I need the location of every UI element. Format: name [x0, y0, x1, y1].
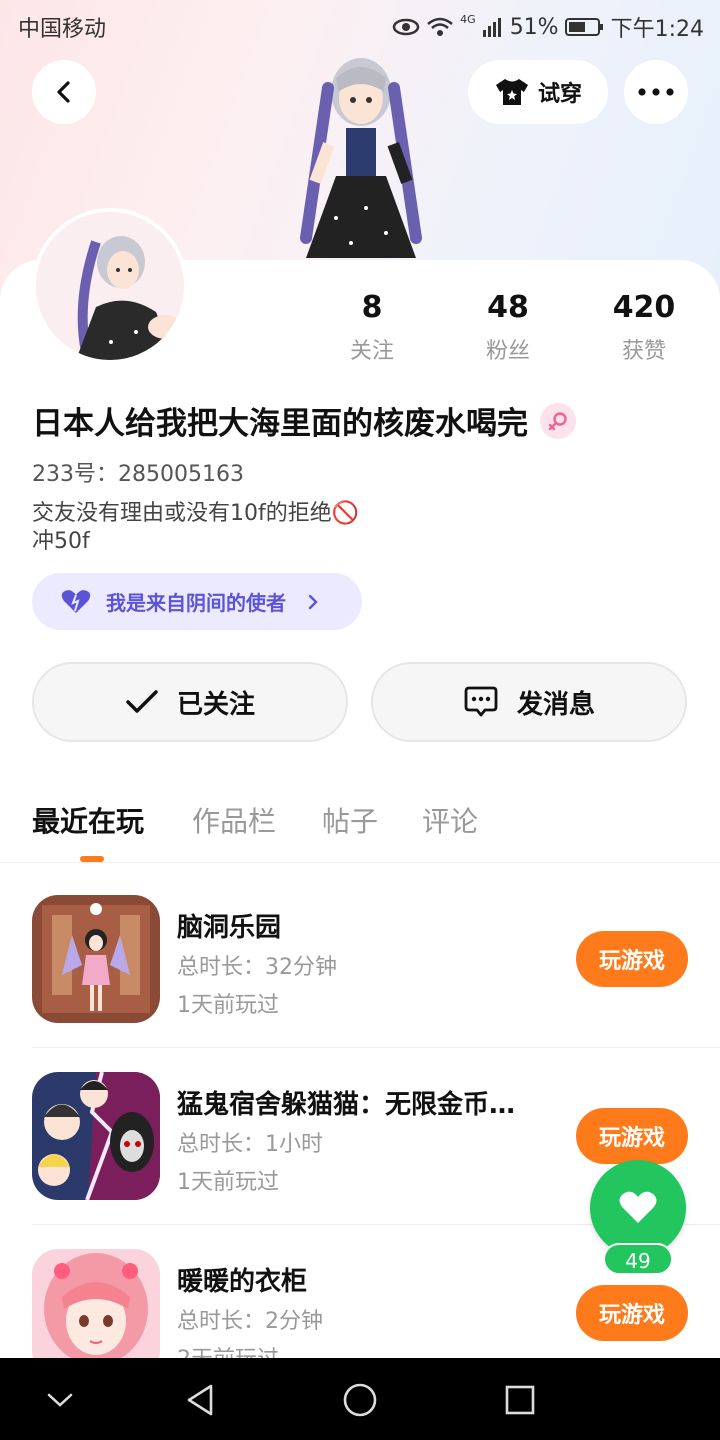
play-game-button[interactable]: 玩游戏	[576, 1285, 688, 1341]
check-icon	[126, 690, 158, 713]
bio-line-1: 交友没有理由或没有10f的拒绝🚫	[32, 501, 360, 526]
network-type-label: 4G	[460, 12, 476, 26]
nav-recents-button[interactable]	[500, 1380, 540, 1420]
user-id: 233号：285005163	[32, 456, 244, 488]
game-last-played: 1天前玩过	[177, 1170, 279, 1195]
play-game-button[interactable]: 玩游戏	[576, 931, 688, 987]
status-bar: 中国移动 4G 51% 下午1:24	[0, 0, 720, 50]
like-button[interactable]	[590, 1160, 686, 1256]
followers-label: 粉丝	[485, 339, 530, 364]
likes-count: 420	[612, 290, 676, 325]
battery-icon	[564, 18, 603, 36]
tab-posts[interactable]: 帖子	[322, 800, 378, 840]
likes-stat[interactable]: 420 获赞	[584, 290, 704, 365]
following-count: 8	[361, 290, 383, 325]
female-icon	[540, 402, 576, 439]
message-label: 发消息	[516, 689, 595, 720]
game-last-played: 1天前玩过	[177, 993, 279, 1018]
game-name: 脑洞乐园	[177, 913, 282, 943]
eye-icon	[392, 18, 420, 36]
game-name: 暖暖的衣柜	[177, 1267, 308, 1297]
avatar[interactable]	[32, 208, 188, 364]
hide-keyboard-button[interactable]	[40, 1380, 80, 1420]
username-row: 日本人给我把大海里面的核废水喝完	[32, 398, 576, 443]
followers-count: 48	[487, 290, 529, 325]
back-icon	[57, 81, 70, 103]
game-duration: 总时长：1小时	[177, 1132, 323, 1157]
avatar-image	[36, 212, 184, 360]
likes-label: 获赞	[621, 339, 666, 364]
signal-icon	[482, 18, 501, 37]
user-id-value: 285005163	[118, 462, 244, 487]
user-id-label: 233号：	[32, 462, 118, 487]
tab-recently-played[interactable]: 最近在玩	[32, 800, 144, 840]
more-options-button[interactable]	[624, 60, 688, 124]
game-thumbnail	[32, 1072, 160, 1200]
triangle-back-icon	[187, 1384, 213, 1416]
username: 日本人给我把大海里面的核废水喝完	[32, 406, 528, 442]
followers-stat[interactable]: 48 粉丝	[448, 290, 568, 365]
list-item[interactable]: 脑洞乐园 总时长：32分钟 1天前玩过 玩游戏	[32, 895, 720, 1023]
heart-badge-icon	[61, 589, 91, 613]
clock: 下午1:24	[610, 17, 704, 42]
profile-tabs: 最近在玩 作品栏 帖子 评论	[32, 790, 692, 862]
game-name: 猛鬼宿舍躲猫猫：无限金币…	[177, 1090, 516, 1120]
tshirt-icon	[495, 79, 528, 105]
system-navigation-bar	[0, 1358, 720, 1440]
chevron-right-icon	[308, 594, 318, 609]
game-duration: 总时长：32分钟	[177, 955, 337, 980]
tab-comments[interactable]: 评论	[422, 800, 478, 840]
like-count-badge: 49	[603, 1243, 673, 1275]
game-duration: 总时长：2分钟	[177, 1309, 323, 1334]
wifi-icon	[427, 17, 453, 36]
try-on-label: 试穿	[537, 82, 582, 107]
follow-label: 已关注	[176, 689, 255, 720]
game-thumbnail	[32, 895, 160, 1023]
title-badge[interactable]: 我是来自阴间的使者	[32, 573, 362, 630]
nav-home-button[interactable]	[340, 1380, 380, 1420]
badge-text: 我是来自阴间的使者	[106, 591, 286, 615]
battery-percent: 51%	[509, 14, 559, 40]
nav-back-button[interactable]	[180, 1380, 220, 1420]
play-game-button[interactable]: 玩游戏	[576, 1108, 688, 1164]
chevron-down-icon	[47, 1393, 73, 1407]
square-recents-icon	[505, 1385, 535, 1415]
send-message-button[interactable]: 发消息	[371, 662, 687, 742]
bio: 交友没有理由或没有10f的拒绝🚫 冲50f	[32, 500, 359, 556]
back-button[interactable]	[32, 60, 96, 124]
more-icon	[638, 88, 674, 96]
bio-line-2: 冲50f	[32, 529, 90, 554]
heart-icon	[619, 1191, 657, 1223]
tab-divider	[0, 862, 720, 863]
list-divider	[32, 1047, 720, 1048]
message-icon	[464, 686, 498, 717]
avatar-character-image	[300, 58, 422, 258]
following-stat[interactable]: 8 关注	[312, 290, 432, 365]
following-label: 关注	[349, 339, 394, 364]
circle-home-icon	[343, 1383, 377, 1417]
follow-button[interactable]: 已关注	[32, 662, 348, 742]
carrier-label: 中国移动	[18, 17, 107, 42]
tab-works[interactable]: 作品栏	[192, 800, 276, 840]
try-on-button[interactable]: 试穿	[468, 60, 608, 124]
